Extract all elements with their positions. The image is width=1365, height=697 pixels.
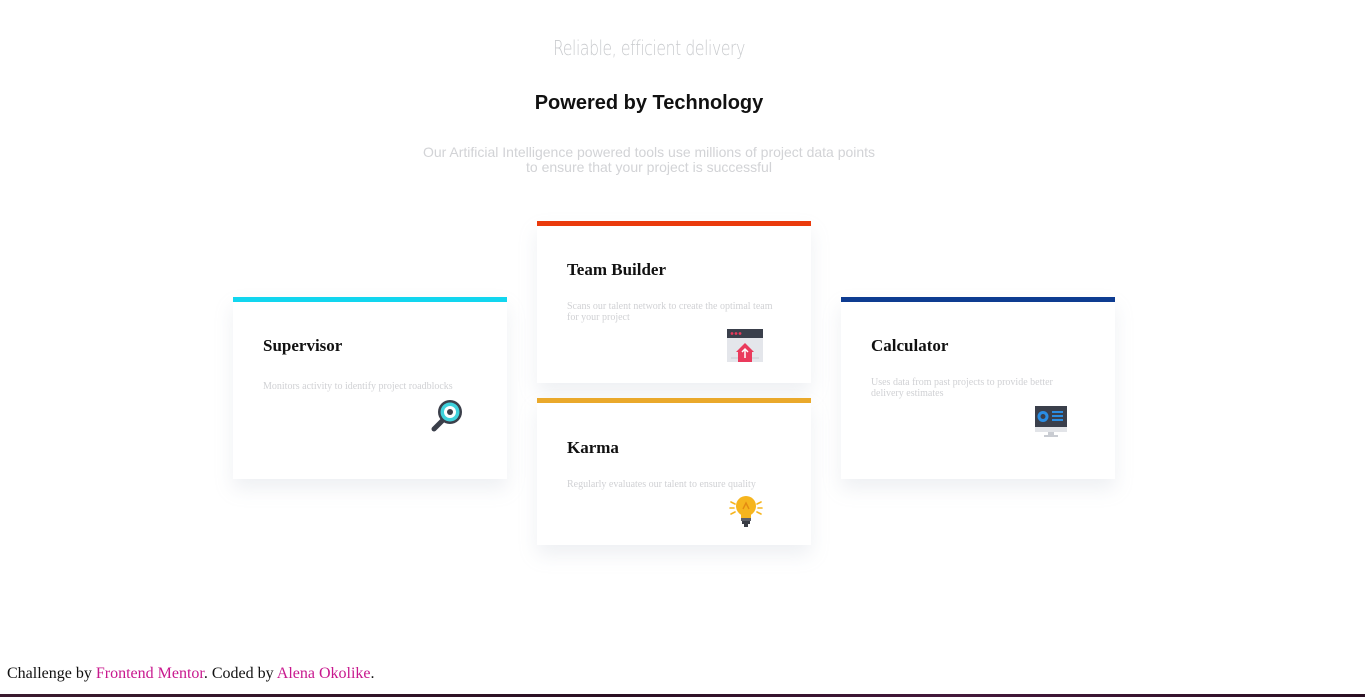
- card-team-builder: Team Builder Scans our talent network to…: [537, 221, 811, 383]
- attribution-suffix: .: [370, 665, 375, 682]
- attribution-middle: . Coded by: [203, 665, 277, 682]
- card-calculator: Calculator Uses data from past projects …: [841, 297, 1115, 479]
- card-title: Karma: [567, 438, 619, 457]
- frontend-mentor-link[interactable]: Frontend Mentor: [96, 665, 204, 682]
- upload-window-icon: [726, 328, 764, 369]
- card-karma: Karma Regularly evaluates our talent to …: [537, 398, 811, 545]
- card-description: Regularly evaluates our talent to ensure…: [567, 479, 756, 490]
- attribution: Challenge by Frontend Mentor. Coded by A…: [7, 665, 375, 683]
- page-title: Powered by Technology: [534, 92, 764, 114]
- magnifier-icon: [431, 398, 465, 437]
- card-description: Monitors activity to identify project ro…: [263, 381, 453, 392]
- card-description: Scans our talent network to create the o…: [567, 301, 773, 323]
- lightbulb-icon: [729, 494, 763, 533]
- monitor-chart-icon: [1034, 404, 1068, 443]
- attribution-prefix: Challenge by: [7, 665, 96, 682]
- author-link[interactable]: Alena Okolike: [277, 665, 371, 682]
- card-title: Supervisor: [263, 336, 343, 355]
- hero-subtitle: Our Artificial Intelligence powered tool…: [422, 144, 876, 175]
- card-description: Uses data from past projects to provide …: [871, 377, 1053, 399]
- hero-eyebrow: Reliable, efficient delivery: [553, 36, 745, 60]
- card-title: Team Builder: [567, 260, 667, 279]
- card-title: Calculator: [871, 336, 949, 355]
- card-supervisor: Supervisor Monitors activity to identify…: [233, 297, 507, 479]
